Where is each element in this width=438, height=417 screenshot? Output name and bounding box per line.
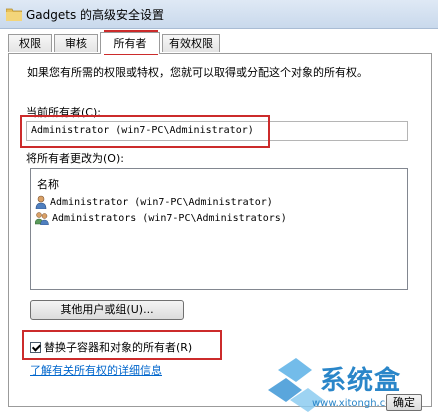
tab-permissions[interactable]: 权限: [8, 34, 52, 52]
list-header-name: 名称: [37, 178, 59, 191]
window-title: Gadgets 的高级安全设置: [26, 8, 165, 22]
highlight-replace-checkbox: [22, 330, 222, 360]
list-item[interactable]: Administrator (win7-PC\Administrator): [35, 195, 273, 211]
users-group-icon: [35, 212, 49, 225]
user-icon: [35, 195, 47, 209]
list-item-label: Administrators (win7-PC\Administrators): [52, 213, 287, 224]
change-owner-label: 将所有者更改为(O):: [26, 152, 124, 165]
list-item[interactable]: Administrators (win7-PC\Administrators): [35, 211, 287, 227]
tab-owner[interactable]: 所有者: [100, 32, 160, 54]
ownership-info-link[interactable]: 了解有关所有权的详细信息: [30, 362, 162, 378]
owner-candidates-list[interactable]: 名称 Administrator (win7-PC\Administrator)…: [30, 168, 408, 290]
highlight-current-owner: [20, 115, 270, 148]
intro-text: 如果您有所需的权限或特权，您就可以取得或分配这个对象的所有权。: [27, 66, 368, 79]
folder-icon: [6, 8, 22, 21]
other-users-button[interactable]: 其他用户或组(U)...: [30, 300, 184, 320]
list-item-label: Administrator (win7-PC\Administrator): [50, 197, 273, 208]
ok-button[interactable]: 确定: [386, 394, 422, 411]
tab-effective-permissions[interactable]: 有效权限: [162, 34, 220, 52]
tab-auditing[interactable]: 审核: [54, 34, 98, 52]
window-titlebar: Gadgets 的高级安全设置: [0, 0, 438, 29]
watermark-text: 系统盒: [320, 366, 402, 396]
